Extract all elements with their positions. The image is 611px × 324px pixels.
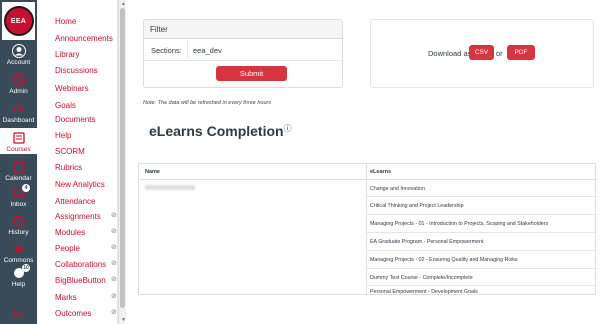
hidden-eye-icon: ⊘	[111, 228, 117, 235]
logo-text: EEA	[3, 6, 34, 36]
collapse-arrow-icon	[12, 307, 26, 321]
inbox-badge: 4	[22, 184, 30, 192]
global-nav-admin[interactable]: Admin	[0, 73, 37, 96]
table-row: EA Graduate Program - Personal Empowerme…	[367, 233, 597, 251]
course-nav-new-analytics[interactable]: New Analytics	[55, 180, 105, 189]
global-nav-account[interactable]: Account	[0, 44, 37, 67]
eea-logo[interactable]: EEA	[2, 2, 35, 40]
sections-row: Sections: eea_dev	[144, 39, 344, 61]
course-nav-people[interactable]: People	[55, 244, 80, 253]
course-nav-scorm[interactable]: SCORM	[55, 147, 85, 156]
filter-header: Filter	[144, 20, 342, 39]
filter-panel: Filter Sections: eea_dev Submit	[143, 19, 344, 88]
global-nav: EEA Account Admin Dashboard Courses Cale…	[0, 0, 37, 324]
download-panel: Download as CSV or PDF	[370, 19, 594, 88]
hidden-eye-icon: ⊘	[111, 309, 117, 316]
hidden-eye-icon: ⊘	[111, 244, 117, 251]
pdf-button[interactable]: PDF	[507, 45, 535, 60]
commons-icon	[12, 242, 26, 256]
course-nav-marks[interactable]: Marks	[55, 293, 77, 302]
hidden-eye-icon: ⊘	[111, 276, 117, 283]
global-nav-courses[interactable]: Courses	[0, 128, 37, 154]
table-row: Managing Projects - 01 - Introduction to…	[367, 215, 597, 233]
history-icon	[12, 214, 26, 228]
calendar-icon	[12, 160, 26, 174]
global-nav-help[interactable]: 10 Help	[0, 264, 37, 289]
course-nav-modules[interactable]: Modules	[55, 228, 85, 237]
table-row: Personal Empowerment - Development Goals	[370, 289, 478, 295]
course-nav-library[interactable]: Library	[55, 50, 79, 59]
info-icon[interactable]: ⓘ	[284, 124, 292, 133]
dashboard-icon	[12, 102, 26, 116]
global-nav-commons[interactable]: Commons	[0, 242, 37, 265]
course-nav-scrollbar[interactable]: ▲ ▼	[118, 0, 126, 324]
course-nav-home[interactable]: Home	[55, 17, 76, 26]
courses-icon	[12, 131, 26, 145]
table-row: Critical Thinking and Project Leadership	[367, 197, 597, 215]
course-nav-documents[interactable]: Documents	[55, 115, 95, 124]
sections-select[interactable]: eea_dev	[187, 41, 337, 58]
scroll-down-icon[interactable]: ▼	[121, 317, 126, 323]
global-nav-inbox[interactable]: 4 Inbox	[0, 184, 37, 209]
course-nav-attendance[interactable]: Attendance	[55, 197, 95, 206]
course-nav-webinars[interactable]: Webinars	[55, 84, 89, 93]
column-header-elearns[interactable]: eLearns	[370, 169, 391, 175]
help-badge: 10	[22, 264, 30, 272]
page-title: eLearns Completionⓘ	[149, 123, 292, 139]
course-nav-collaborations[interactable]: Collaborations	[55, 260, 106, 269]
scrollbar-thumb[interactable]	[120, 8, 125, 308]
submit-button[interactable]: Submit	[216, 66, 287, 81]
download-label: Download as	[428, 49, 472, 58]
table-row: Dummy Test Course - Complete/Incomplete	[367, 269, 597, 286]
hidden-eye-icon: ⊘	[111, 260, 117, 267]
global-nav-dashboard[interactable]: Dashboard	[0, 102, 37, 125]
course-nav-rubrics[interactable]: Rubrics	[55, 163, 82, 172]
refresh-note: Note: The data will be refreshed in ever…	[143, 100, 272, 106]
course-nav-bigbluebutton[interactable]: BigBlueButton	[55, 276, 106, 285]
column-header-name[interactable]: Name	[145, 169, 160, 175]
table-row: Change and Innovation	[367, 180, 597, 197]
course-nav-assignments[interactable]: Assignments	[55, 212, 101, 221]
global-nav-calendar[interactable]: Calendar	[0, 160, 37, 183]
course-nav-goals[interactable]: Goals	[55, 101, 76, 110]
course-nav: Home Announcements Library Discussions W…	[37, 0, 118, 324]
course-nav-discussions[interactable]: Discussions	[55, 66, 98, 75]
hidden-eye-icon: ⊘	[111, 212, 117, 219]
scroll-up-icon[interactable]: ▲	[121, 1, 126, 7]
course-nav-help[interactable]: Help	[55, 131, 71, 140]
sections-label: Sections:	[151, 46, 182, 55]
table-row: Managing Projects - 02 - Ensuring Qualit…	[367, 251, 597, 269]
elearns-table: Name eLearns Change and Innovation Criti…	[138, 163, 597, 296]
csv-button[interactable]: CSV	[469, 45, 494, 60]
course-nav-announcements[interactable]: Announcements	[55, 34, 113, 43]
course-nav-outcomes[interactable]: Outcomes	[55, 309, 91, 318]
account-icon	[11, 44, 26, 58]
admin-icon	[12, 73, 26, 87]
hidden-eye-icon: ⊘	[111, 293, 117, 300]
table-header: Name eLearns	[139, 164, 597, 180]
global-nav-history[interactable]: History	[0, 214, 37, 237]
blurred-user-name	[145, 185, 195, 190]
or-label: or	[496, 49, 503, 58]
collapse-nav-button[interactable]	[0, 307, 37, 322]
